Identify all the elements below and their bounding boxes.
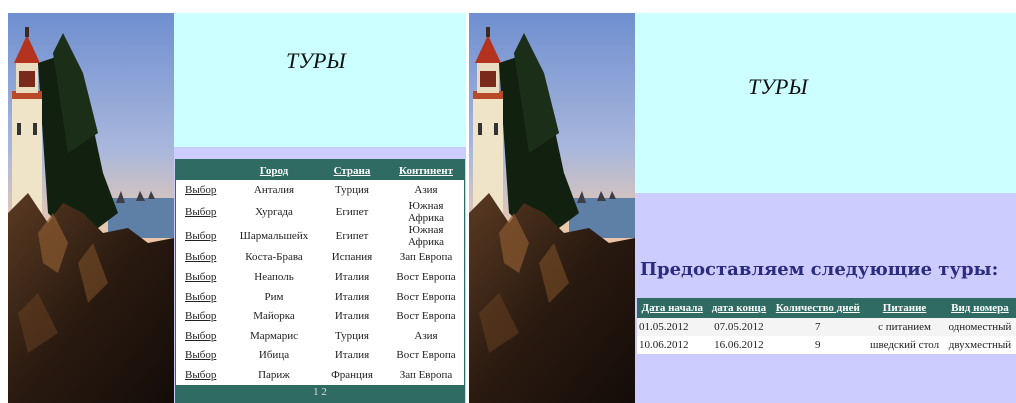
right-header-banner: [635, 13, 1016, 193]
table-row: Выбор Ибица Италия Вост Европа: [176, 345, 464, 366]
continent-cell: Вост Европа: [388, 267, 464, 287]
column-header-select: [176, 161, 232, 180]
continent-cell: Вост Европа: [388, 306, 464, 326]
continent-cell: Азия: [388, 180, 464, 200]
select-link[interactable]: Выбор: [176, 286, 232, 307]
table-header-row: Город Страна Континент: [176, 161, 464, 180]
left-header-banner: [174, 13, 466, 147]
start-date-cell: 10.06.2012: [637, 336, 708, 354]
meals-cell: с питанием: [865, 318, 944, 336]
cities-table: Город Страна Континент Выбор Анталия Тур…: [176, 161, 464, 399]
continent-cell: Южная Африка: [388, 199, 464, 224]
table-row: Выбор Мармарис Турция Азия: [176, 325, 464, 346]
table-row: Выбор Шармальшейх Египет Южная Африка: [176, 223, 464, 248]
continent-cell: Вост Европа: [388, 345, 464, 366]
table-row: Выбор Майорка Италия Вост Европа: [176, 306, 464, 326]
country-cell: Турция: [316, 325, 388, 346]
end-date-cell: 07.05.2012: [707, 318, 771, 336]
country-cell: Италия: [316, 345, 388, 366]
continent-cell: Азия: [388, 325, 464, 346]
city-cell: Коста-Брава: [232, 247, 316, 268]
select-link[interactable]: Выбор: [176, 199, 232, 224]
country-cell: Франция: [316, 365, 388, 385]
table-row: Выбор Коста-Брава Испания Зап Европа: [176, 247, 464, 268]
city-cell: Рим: [232, 286, 316, 307]
table-row: Выбор Рим Италия Вост Европа: [176, 286, 464, 307]
end-date-cell: 16.06.2012: [707, 336, 771, 354]
country-cell: Египет: [316, 199, 388, 224]
select-link[interactable]: Выбор: [176, 223, 232, 248]
column-header-meals[interactable]: Питание: [865, 298, 944, 318]
city-cell: Майорка: [232, 306, 316, 326]
room-type-cell: одноместный: [943, 318, 1016, 336]
column-header-continent[interactable]: Континент: [388, 161, 464, 180]
column-header-days[interactable]: Количество дней: [770, 298, 866, 318]
city-cell: Ибица: [232, 345, 316, 366]
select-link[interactable]: Выбор: [176, 345, 232, 366]
pager-links[interactable]: 1 2: [176, 384, 464, 399]
city-cell: Шармальшейх: [232, 223, 316, 248]
country-cell: Турция: [316, 180, 388, 200]
column-header-city[interactable]: Город: [232, 161, 316, 180]
table-row: Выбор Хургада Египет Южная Африка: [176, 199, 464, 224]
continent-cell: Южная Африка: [388, 223, 464, 248]
tours-heading: Предоставляем следующие туры:: [640, 259, 999, 280]
select-link[interactable]: Выбор: [176, 365, 232, 385]
continent-cell: Зап Европа: [388, 247, 464, 268]
select-link[interactable]: Выбор: [176, 267, 232, 287]
country-cell: Египет: [316, 223, 388, 248]
select-link[interactable]: Выбор: [176, 180, 232, 200]
country-cell: Италия: [316, 267, 388, 287]
column-header-start-date[interactable]: Дата начала: [637, 298, 708, 318]
country-cell: Италия: [316, 306, 388, 326]
column-header-room-type[interactable]: Вид номера: [943, 298, 1016, 318]
select-link[interactable]: Выбор: [176, 247, 232, 268]
start-date-cell: 01.05.2012: [637, 318, 708, 336]
column-header-end-date[interactable]: дата конца: [707, 298, 771, 318]
select-link[interactable]: Выбор: [176, 325, 232, 346]
tours-table: Дата начала дата конца Количество дней П…: [637, 298, 1016, 354]
column-header-country[interactable]: Страна: [316, 161, 388, 180]
table-row: 01.05.2012 07.05.2012 7 с питанием одном…: [637, 318, 1016, 336]
days-cell: 9: [770, 336, 866, 354]
table-row: Выбор Неаполь Италия Вост Европа: [176, 267, 464, 287]
table-row: Выбор Анталия Турция Азия: [176, 180, 464, 200]
table-header-row: Дата начала дата конца Количество дней П…: [637, 298, 1016, 318]
room-type-cell: двухместный: [943, 336, 1016, 354]
right-page-title: ТУРЫ: [748, 74, 808, 99]
city-cell: Анталия: [232, 180, 316, 200]
select-link[interactable]: Выбор: [176, 306, 232, 326]
meals-cell: шведский стол: [865, 336, 944, 354]
country-cell: Испания: [316, 247, 388, 268]
days-cell: 7: [770, 318, 866, 336]
table-row: Выбор Париж Франция Зап Европа: [176, 365, 464, 385]
lighthouse-photo-right: [469, 13, 635, 403]
table-row: 10.06.2012 16.06.2012 9 шведский стол дв…: [637, 336, 1016, 354]
continent-cell: Вост Европа: [388, 286, 464, 307]
city-cell: Хургада: [232, 199, 316, 224]
cropped-caption-text: [0, 0, 1016, 12]
left-page-title: ТУРЫ: [286, 48, 346, 73]
lighthouse-photo-left: [8, 13, 174, 403]
city-cell: Неаполь: [232, 267, 316, 287]
continent-cell: Зап Европа: [388, 365, 464, 385]
pager-row: 1 2: [176, 384, 464, 399]
city-cell: Мармарис: [232, 325, 316, 346]
city-cell: Париж: [232, 365, 316, 385]
country-cell: Италия: [316, 286, 388, 307]
